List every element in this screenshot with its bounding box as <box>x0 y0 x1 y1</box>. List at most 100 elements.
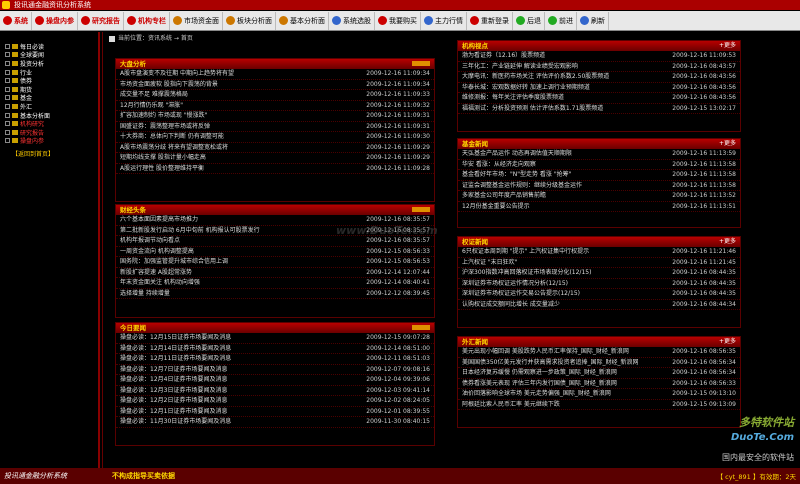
expand-icon[interactable] <box>5 69 10 75</box>
news-row[interactable]: A股运行理性 股价整理维持平衡 2009-12-16 11:09:28 <box>116 164 434 174</box>
news-row[interactable]: 市场资金面疲软 股指向下震荡的背景 2009-12-16 11:09:34 <box>116 80 434 90</box>
news-title[interactable]: 操盘必读：12月2日证券市场要闻及消息 <box>120 396 227 406</box>
news-title[interactable]: 债券看涨美元表现 评估三年内发行国债_国际_财经_新浪网 <box>462 379 617 389</box>
news-title[interactable]: 操盘必读：12月4日证券市场要闻及消息 <box>120 375 227 385</box>
news-row[interactable]: 6只权证本周到期 "提示" 上汽权证集中行权提示 2009-12-16 11:21… <box>458 247 740 258</box>
news-row[interactable]: 油价回落影响全球市场 美元走势偏强_国际_财经_新浪网 2009-12-15 09… <box>458 389 740 400</box>
news-title[interactable]: 渤为看证券（12.16）股票频道 <box>462 51 545 61</box>
more-button[interactable] <box>412 61 430 66</box>
news-title[interactable]: 福福测试：分析投资预测 估计评估系数1.71股票频道 <box>462 104 603 114</box>
back-home-link[interactable]: 【返回到首页】 <box>0 149 98 158</box>
news-title[interactable]: 美元出现小幅回调 美股跌势人民币汇率保持_国际_财经_新浪网 <box>462 347 629 357</box>
news-title[interactable]: 认购权证成交额同比增长 成交量减少 <box>462 300 560 310</box>
toolbar-button-5[interactable]: 板块分析面 <box>223 11 276 30</box>
news-title[interactable]: 操盘必读：12月15日证券市场要闻及消息 <box>120 333 231 343</box>
news-title[interactable]: 6只权证本周到期 "提示" 上汽权证集中行权提示 <box>462 247 589 257</box>
toolbar-button-1[interactable]: 操盘内参 <box>32 11 78 30</box>
toolbar-button-11[interactable]: 后退 <box>513 11 545 30</box>
news-title[interactable]: 华安 看涨：从经济走向观察 <box>462 160 536 170</box>
toolbar-button-7[interactable]: 系统选股 <box>329 11 375 30</box>
news-row[interactable]: 美国国债350亿美元发行并获高需求投资者追捧_国际_财经_新浪网 2009-12-… <box>458 358 740 368</box>
tree-item[interactable]: 每日必读 <box>0 42 98 51</box>
news-row[interactable]: 操盘必读：12月7日证券市场要闻及消息 2009-12-07 09:08:16 <box>116 365 434 375</box>
news-row[interactable]: 阿根廷比索人民币汇率 美元继续下跌 2009-12-15 09:13:09 <box>458 400 740 410</box>
toolbar-button-4[interactable]: 市场资金面 <box>170 11 223 30</box>
news-row[interactable]: 操盘必读：12月14日证券市场要闻及消息 2009-12-14 08:51:00 <box>116 344 434 354</box>
tree-item[interactable]: 操盘内参 <box>0 137 98 145</box>
tree-item[interactable]: 行业 <box>0 68 98 77</box>
expand-icon[interactable] <box>5 103 10 109</box>
news-row[interactable]: 三年化工：产业链延伸 解读业绩受宏观影响 2009-12-16 08:43:57 <box>458 62 740 72</box>
expand-icon[interactable] <box>5 138 10 144</box>
expand-icon[interactable] <box>5 121 10 127</box>
news-title[interactable]: 操盘必读：12月11日证券市场要闻及消息 <box>120 354 231 364</box>
news-row[interactable]: 12月份基金重要公告提示 2009-12-16 11:13:51 <box>458 202 740 212</box>
news-title[interactable]: 多家基金公司年度产品销售前瞻 <box>462 191 546 201</box>
news-title[interactable]: 12月份基金重要公告提示 <box>462 202 530 212</box>
news-row[interactable]: 短期均线支撑 股指计量小幅走高 2009-12-16 11:09:29 <box>116 153 434 164</box>
news-title[interactable]: 华泰长城：宏观数据好转 加速上调行业预期频道 <box>462 83 590 93</box>
news-title[interactable]: 年末资金面关注 机构动向增强 <box>120 278 200 288</box>
expand-icon[interactable] <box>5 95 10 101</box>
toolbar-button-12[interactable]: 前进 <box>545 11 577 30</box>
news-row[interactable]: 证监会调整基金运作规则：继续分级基金运作 2009-12-16 11:13:58 <box>458 181 740 191</box>
news-row[interactable]: 福福测试：分析投资预测 估计评估系数1.71股票频道 2009-12-15 13:… <box>458 104 740 114</box>
toolbar-button-8[interactable]: 我要购买 <box>375 11 421 30</box>
news-title[interactable]: 操盘必读：12月14日证券市场要闻及消息 <box>120 344 231 354</box>
news-row[interactable]: 十大券商：总体向下判断 仍有调整可能 2009-12-16 11:09:30 <box>116 132 434 143</box>
news-row[interactable]: 选择增量 持续增量 2009-12-12 08:39:45 <box>116 289 434 299</box>
news-title[interactable]: A股运行理性 股价整理维持平衡 <box>120 164 204 174</box>
news-row[interactable]: 深圳证券市场权证运作情况分析(12/15) 2009-12-16 08:44:35 <box>458 279 740 289</box>
news-row[interactable]: 日本经济复苏缓慢 仍需观察进一步政策_国际_财经_新浪网 2009-12-16 0… <box>458 368 740 379</box>
news-title[interactable]: A股市盘演变不及往期 中期向上趋势将有望 <box>120 69 234 79</box>
news-title[interactable]: 12月行情仍乐观 "滞胀" <box>120 101 183 111</box>
more-link[interactable]: +更多 <box>719 139 736 149</box>
toolbar-button-10[interactable]: 重新登录 <box>467 11 513 30</box>
toolbar-button-13[interactable]: 刷新 <box>577 11 609 30</box>
tree-item[interactable]: 投资分析 <box>0 59 98 68</box>
tree-item[interactable]: 全球要闻 <box>0 51 98 59</box>
news-row[interactable]: 操盘必读：12月4日证券市场要闻及消息 2009-12-04 09:39:06 <box>116 375 434 386</box>
news-title[interactable]: 美国国债350亿美元发行并获高需求投资者追捧_国际_财经_新浪网 <box>462 358 638 368</box>
more-button[interactable] <box>412 325 430 330</box>
news-row[interactable]: 扩容加速制约 市场或现 "慢涨跌" 2009-12-16 11:09:31 <box>116 111 434 122</box>
news-row[interactable]: 沪深300指数冲高回落权证市场表现分化(12/15) 2009-12-16 08:… <box>458 268 740 279</box>
news-row[interactable]: 大摩电讯：新医药市场关注 评估评价系数2.50股票频道 2009-12-16 08… <box>458 72 740 83</box>
toolbar-button-9[interactable]: 主力行情 <box>421 11 467 30</box>
toolbar-button-3[interactable]: 机构专栏 <box>124 11 170 30</box>
news-row[interactable]: 上汽权证 "末日狂欢" 2009-12-16 11:21:45 <box>458 258 740 268</box>
news-title[interactable]: 操盘必读：12月7日证券市场要闻及消息 <box>120 365 227 375</box>
news-title[interactable]: 成交量不足 难撑震荡格局 <box>120 90 188 100</box>
toolbar-button-6[interactable]: 基本分析面 <box>276 11 329 30</box>
news-row[interactable]: 债券看涨美元表现 评估三年内发行国债_国际_财经_新浪网 2009-12-16 0… <box>458 379 740 389</box>
news-title[interactable]: 日本经济复苏缓慢 仍需观察进一步政策_国际_财经_新浪网 <box>462 368 617 378</box>
news-row[interactable]: 12月行情仍乐观 "滞胀" 2009-12-16 11:09:32 <box>116 101 434 111</box>
news-row[interactable]: 成交量不足 难撑震荡格局 2009-12-16 11:09:33 <box>116 90 434 101</box>
news-title[interactable]: 深圳证券市场权证运作情况分析(12/15) <box>462 279 568 289</box>
news-title[interactable]: 上汽权证 "末日狂欢" <box>462 258 517 268</box>
news-row[interactable]: 操盘必读：12月15日证券市场要闻及消息 2009-12-15 09:07:28 <box>116 333 434 344</box>
tree-item[interactable]: 基金 <box>0 94 98 102</box>
more-button[interactable] <box>412 207 430 212</box>
expand-icon[interactable] <box>5 129 10 135</box>
news-title[interactable]: 操盘必读：12月3日证券市场要闻及消息 <box>120 386 227 396</box>
news-title[interactable]: 市场资金面疲软 股指向下震荡的背景 <box>120 80 218 90</box>
news-title[interactable]: 阿根廷比索人民币汇率 美元继续下跌 <box>462 400 560 410</box>
news-row[interactable]: 操盘必读：12月2日证券市场要闻及消息 2009-12-02 08:24:05 <box>116 396 434 407</box>
news-title[interactable]: 机构年报调节动向看点 <box>120 236 180 246</box>
news-row[interactable]: 天弘基金产品运作 动态再调估值天顺期限 2009-12-16 11:13:59 <box>458 149 740 160</box>
more-link[interactable]: +更多 <box>719 337 736 347</box>
news-row[interactable]: 认购权证成交额同比增长 成交量减少 2009-12-16 08:44:34 <box>458 300 740 310</box>
news-row[interactable]: 新股扩容提速 A股超常涨势 2009-12-14 12:07:44 <box>116 268 434 278</box>
tree-item[interactable]: 外汇 <box>0 102 98 111</box>
expand-icon[interactable] <box>5 43 10 49</box>
news-title[interactable]: 十大券商：总体向下判断 仍有调整可能 <box>120 132 224 142</box>
news-row[interactable]: 多家基金公司年度产品销售前瞻 2009-12-16 11:13:52 <box>458 191 740 202</box>
news-title[interactable]: 深圳证券市场权证运作交易公告提示(12/15) <box>462 289 580 299</box>
news-title[interactable]: 基金看好年市场："N"型走势 看涨 "抢筹" <box>462 170 571 180</box>
news-title[interactable]: 操盘必读：12月1日证券市场要闻及消息 <box>120 407 227 417</box>
toolbar-button-2[interactable]: 研究报告 <box>78 11 124 30</box>
expand-icon[interactable] <box>5 112 10 118</box>
tree-item[interactable]: 研究报告 <box>0 128 98 137</box>
news-title[interactable]: 一周资金流向 机构调整提高 <box>120 247 194 257</box>
